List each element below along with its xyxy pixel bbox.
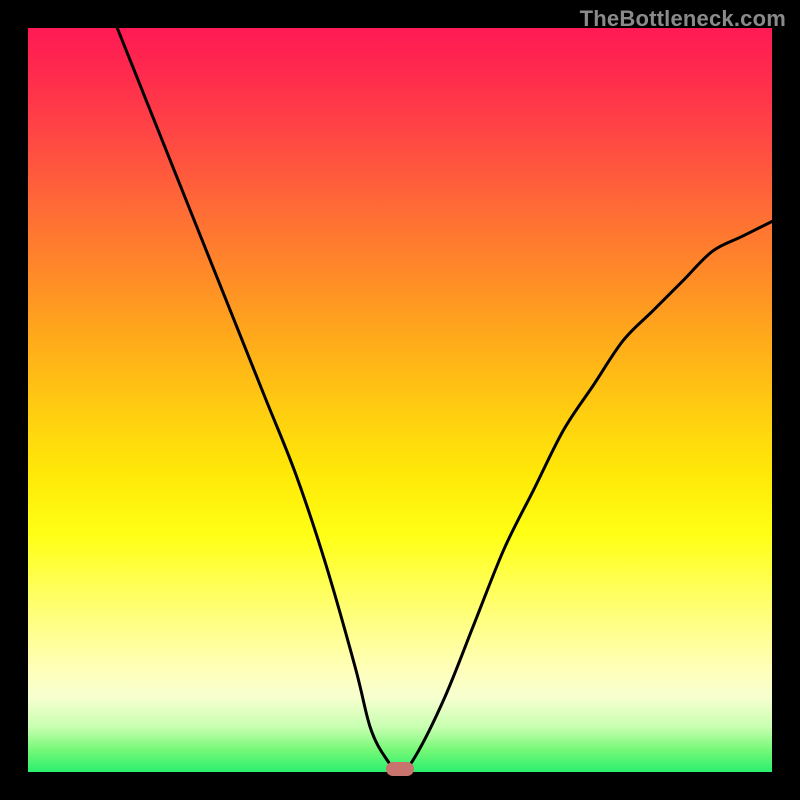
plot-area: [28, 28, 772, 772]
bottleneck-curve: [28, 28, 772, 772]
chart-frame: TheBottleneck.com: [0, 0, 800, 800]
optimum-marker: [386, 762, 414, 776]
